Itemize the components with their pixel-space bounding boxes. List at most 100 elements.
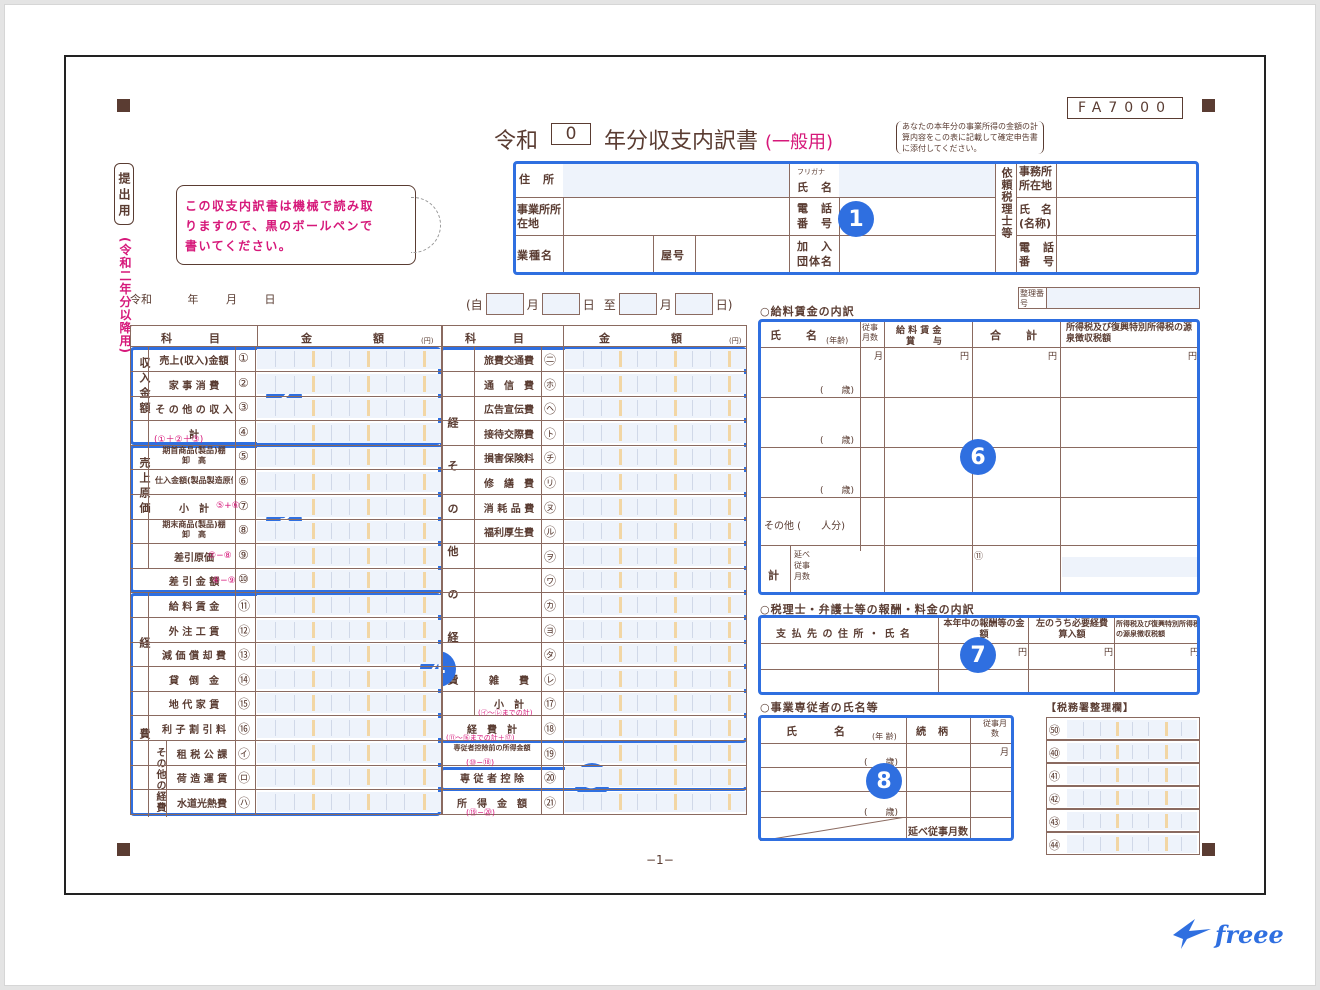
amount-field[interactable] [257, 545, 441, 566]
amount-field[interactable] [565, 521, 746, 542]
digit-separator [1099, 814, 1101, 828]
amount-field[interactable] [565, 791, 746, 812]
amount-field[interactable] [257, 349, 441, 369]
row-number: ② [238, 375, 249, 390]
amount-field[interactable] [565, 545, 746, 566]
registration-mark [1202, 99, 1215, 112]
amount-field[interactable] [257, 398, 441, 419]
period-month1-field[interactable] [485, 293, 524, 315]
amount-field[interactable] [257, 619, 441, 640]
amount-field[interactable] [257, 742, 441, 763]
amount-field[interactable] [565, 349, 746, 369]
period-day1-field[interactable] [541, 293, 580, 315]
row-label: 専従者控除前の所得金額 [453, 743, 531, 752]
amount-field[interactable] [565, 472, 746, 492]
reference-number-field[interactable] [1047, 288, 1199, 308]
digit-separator [349, 547, 350, 564]
office-row: ㊿ [1046, 717, 1200, 740]
year-box[interactable]: 0 [551, 123, 592, 145]
note-line: 算内容をこの表に記載して確定申告書 [902, 133, 1038, 142]
amount-field[interactable] [257, 496, 441, 517]
row-label: 修 繕 費 [484, 479, 534, 490]
row-label: 貸 倒 金 [169, 675, 219, 687]
amount-field[interactable] [257, 668, 441, 689]
period-month2-field[interactable] [618, 293, 657, 315]
amount-field[interactable] [1067, 766, 1197, 784]
amount-field[interactable] [1067, 835, 1197, 853]
digit-separator [619, 572, 623, 589]
digit-separator [709, 695, 711, 712]
digit-separator [655, 474, 657, 490]
row-label: 利 子 割 引 料 [162, 725, 226, 736]
amount-field[interactable] [565, 570, 746, 591]
amount-field[interactable] [565, 422, 746, 443]
digit-separator [655, 720, 657, 736]
amount-field[interactable] [565, 668, 746, 689]
digit-separator [637, 769, 639, 786]
amount-field[interactable] [565, 718, 746, 738]
amount-field[interactable] [257, 422, 441, 443]
table-row: 通 信 費㋭ [442, 371, 747, 397]
amount-field[interactable] [1067, 789, 1197, 807]
amount-field[interactable] [257, 472, 441, 492]
digit-separator [637, 474, 639, 490]
amount-field[interactable] [1067, 812, 1197, 830]
digit-separator [312, 597, 316, 613]
digit-separator [637, 351, 639, 367]
col-subject: 科 目 [161, 332, 221, 345]
digit-separator [330, 498, 332, 515]
digit-separator [275, 793, 277, 810]
amount-field[interactable] [565, 619, 746, 640]
digit-separator [619, 695, 623, 712]
amount-field[interactable] [257, 447, 441, 468]
table-row: 小 計⑦ [130, 494, 442, 520]
amount-field[interactable] [565, 644, 746, 665]
notice-box: この収支内訳書は機械で読み取 りますので、黒のボールペンで 書いてください。 [176, 185, 416, 265]
amount-field[interactable] [565, 373, 746, 394]
amount-field[interactable] [565, 447, 746, 468]
row-number: ⑲ [544, 746, 557, 761]
period-to: 至 [603, 297, 616, 312]
amount-field[interactable] [565, 398, 746, 419]
digit-separator [349, 646, 350, 663]
amount-field[interactable] [257, 373, 441, 394]
digit-separator [385, 670, 387, 687]
office-row: ㊸ [1046, 809, 1200, 832]
amount-field[interactable] [257, 644, 441, 665]
amount-field[interactable] [257, 718, 441, 738]
digit-separator [619, 597, 623, 613]
amount-field[interactable] [565, 742, 746, 763]
amount-field[interactable] [565, 767, 746, 788]
amount-field[interactable] [257, 693, 441, 714]
period-from: (自 [466, 297, 483, 312]
amount-field[interactable] [565, 595, 746, 615]
digit-separator [293, 424, 295, 441]
digit-separator [655, 400, 657, 417]
office-row: ㊷ [1046, 786, 1200, 809]
title-sub: (一般用) [765, 132, 834, 153]
amount-field[interactable] [257, 791, 441, 812]
digit-separator [422, 769, 426, 786]
amount-field[interactable] [1067, 720, 1197, 738]
digit-separator [583, 498, 585, 515]
divider [541, 371, 542, 396]
digit-separator [637, 793, 639, 810]
col-amount: 金 額 [599, 332, 683, 345]
amount-field[interactable] [565, 496, 746, 517]
amount-field[interactable] [257, 570, 441, 591]
digit-separator [709, 597, 711, 613]
divider [235, 716, 236, 740]
digit-separator [275, 621, 277, 638]
amount-field[interactable] [257, 767, 441, 788]
col-amount: 金 額 [301, 332, 385, 345]
row-label: 租 税 公 課 [176, 749, 228, 761]
row-label: 消 耗 品 費 [483, 503, 535, 515]
period-day2-field[interactable] [674, 293, 713, 315]
amount-field[interactable] [565, 693, 746, 714]
amount-field[interactable] [257, 521, 441, 542]
row-label: 家 事 消 費 [168, 380, 220, 392]
digit-separator [349, 572, 350, 589]
amount-field[interactable] [1067, 743, 1197, 761]
amount-field[interactable] [257, 595, 441, 615]
divider [541, 445, 542, 470]
